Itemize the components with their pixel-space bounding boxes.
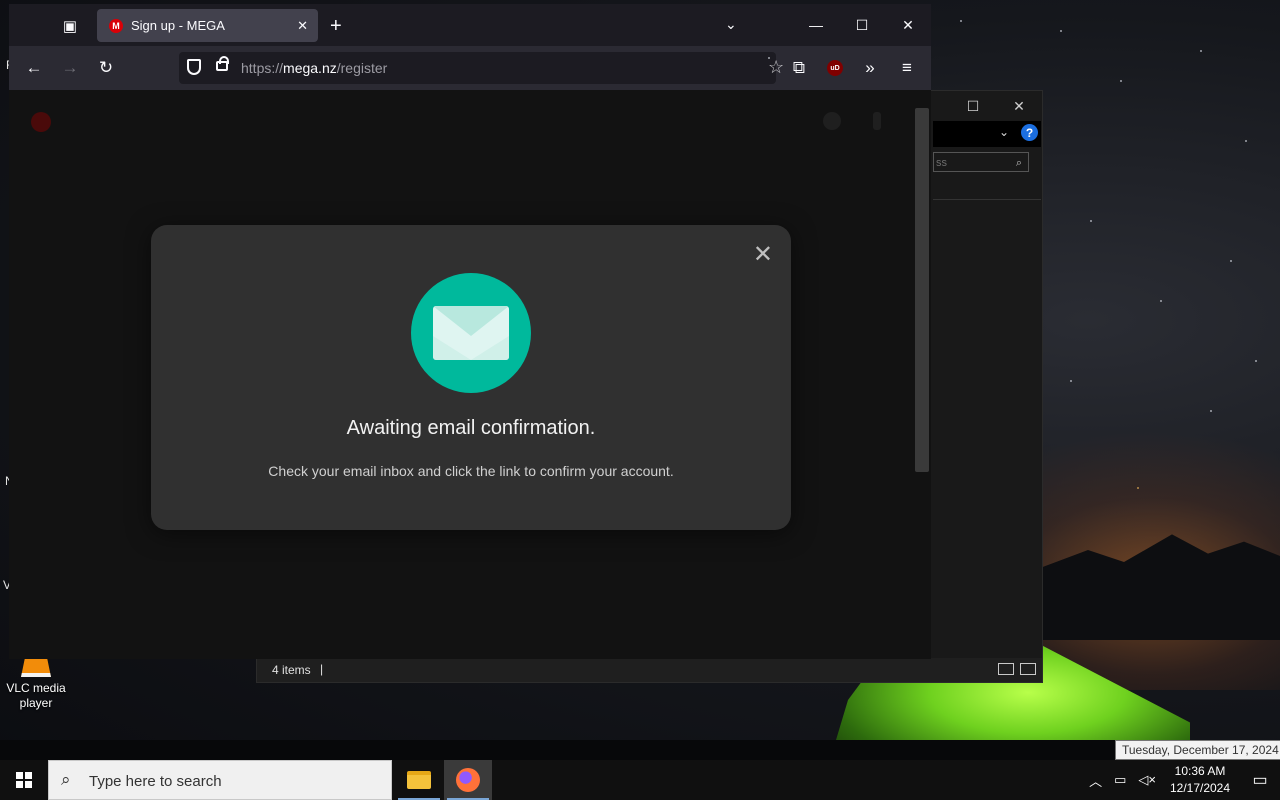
explorer-status-bar: 4 items | <box>257 658 1042 682</box>
star <box>1255 360 1257 362</box>
firefox-icon <box>456 768 480 792</box>
url-text[interactable]: https://mega.nz/register <box>241 60 387 76</box>
minimize-button[interactable]: — <box>793 4 839 46</box>
tracking-protection-shield-icon[interactable] <box>187 59 201 75</box>
new-tab-button[interactable]: + <box>330 16 342 36</box>
reload-icon[interactable]: ↻ <box>94 56 118 80</box>
search-placeholder: Type here to search <box>89 773 222 790</box>
start-button[interactable] <box>0 760 48 800</box>
page-content: ✕ Awaiting email confirmation. Check you… <box>9 90 931 659</box>
address-bar[interactable]: https://mega.nz/register ☆ <box>179 52 784 84</box>
star <box>960 20 962 22</box>
tab-title: Sign up - MEGA <box>131 18 225 33</box>
ground <box>0 740 1280 760</box>
dialog-title: Awaiting email confirmation. <box>346 417 596 439</box>
navigation-toolbar: ← → ↻ https://mega.nz/register ☆ ⧉ uD » … <box>9 46 931 90</box>
page-scrollbar[interactable] <box>915 108 929 472</box>
volume-muted-icon[interactable]: ◁× <box>1138 772 1156 788</box>
ublock-origin-button[interactable]: uD <box>823 56 847 80</box>
chevron-down-icon[interactable]: ⌄ <box>999 125 1009 139</box>
taskbar: ⌕ Type here to search ︿ ▭ ◁× 10:36 AM 12… <box>0 760 1280 800</box>
show-hidden-icons-chevron-icon[interactable]: ︿ <box>1089 771 1102 790</box>
explorer-search-input[interactable]: ss ⌕ <box>933 152 1029 172</box>
details-view-icon[interactable] <box>998 663 1014 675</box>
tab-mega-signup[interactable]: M Sign up - MEGA ✕ <box>97 9 318 42</box>
taskbar-firefox[interactable] <box>444 760 492 800</box>
close-button[interactable]: ✕ <box>885 4 931 46</box>
star <box>1060 30 1062 32</box>
tab-close-icon[interactable]: ✕ <box>297 18 308 34</box>
url-host: mega.nz <box>283 60 337 76</box>
search-icon: ⌕ <box>61 770 71 789</box>
clock-date: 12/17/2024 <box>1169 781 1231 795</box>
extensions-puzzle-icon[interactable]: ⧉ <box>787 56 811 80</box>
search-placeholder: ss <box>936 157 947 169</box>
envelope-badge <box>411 273 531 393</box>
star <box>1245 140 1247 142</box>
taskbar-search-input[interactable]: ⌕ Type here to search <box>48 760 392 800</box>
item-count: 4 items <box>272 663 311 677</box>
large-icons-view-icon[interactable] <box>1020 663 1036 675</box>
url-path: /register <box>336 60 388 76</box>
folder-icon <box>407 771 431 789</box>
maximize-button[interactable]: ☐ <box>950 91 996 121</box>
close-icon[interactable]: ✕ <box>753 243 773 267</box>
search-icon: ⌕ <box>1015 157 1022 169</box>
status-divider: | <box>320 662 324 676</box>
bookmark-star-icon[interactable]: ☆ <box>768 57 784 77</box>
view-toggle <box>998 663 1036 675</box>
forward-arrow-icon[interactable]: → <box>58 56 82 80</box>
star <box>1200 50 1202 52</box>
dimmed-menu-icon <box>873 112 881 130</box>
star <box>1230 260 1232 262</box>
divider <box>933 199 1041 200</box>
envelope-icon <box>433 306 509 360</box>
system-tray: ︿ ▭ ◁× 10:36 AM 12/17/2024 ▭ <box>1083 760 1280 800</box>
desktop-icon-label: VLC media player <box>6 681 66 710</box>
email-confirmation-dialog: ✕ Awaiting email confirmation. Check you… <box>151 225 791 530</box>
list-all-tabs-icon[interactable]: ⌄ <box>725 16 737 33</box>
explorer-window-controls: ☐ ✕ <box>950 91 1042 121</box>
dimmed-help-icon <box>823 112 841 130</box>
clock-time: 10:36 AM <box>1174 764 1226 778</box>
dialog-message: Check your email inbox and click the lin… <box>268 463 674 479</box>
hamburger-menu-icon[interactable]: ≡ <box>895 56 919 80</box>
close-button[interactable]: ✕ <box>996 91 1042 121</box>
firefox-window: ▣ M Sign up - MEGA ✕ + ⌄ — ☐ ✕ ← → ↻ htt… <box>9 4 931 659</box>
star <box>1160 300 1162 302</box>
window-controls: — ☐ ✕ <box>793 4 931 46</box>
clock-tooltip: Tuesday, December 17, 2024 <box>1115 740 1280 760</box>
star <box>1070 380 1072 382</box>
taskbar-file-explorer[interactable] <box>395 760 443 800</box>
notification-center-icon[interactable]: ▭ <box>1240 760 1280 800</box>
overflow-chevron-icon[interactable]: » <box>858 56 882 80</box>
windows-logo-icon <box>16 772 32 788</box>
tab-list-icon[interactable]: ▣ <box>57 13 83 39</box>
mega-favicon-icon: M <box>109 18 123 33</box>
ublock-icon: uD <box>827 60 843 76</box>
help-icon[interactable]: ? <box>1021 124 1038 141</box>
url-scheme: https:// <box>241 60 284 76</box>
desktop-icon-vlc[interactable]: VLC media player <box>0 655 72 711</box>
star <box>1090 220 1092 222</box>
tab-bar: ▣ M Sign up - MEGA ✕ + ⌄ — ☐ ✕ <box>9 4 931 46</box>
mega-logo-icon <box>31 112 51 132</box>
maximize-button[interactable]: ☐ <box>839 4 885 46</box>
lock-icon[interactable] <box>216 56 229 71</box>
clock[interactable]: 10:36 AM 12/17/2024 <box>1168 763 1232 797</box>
network-icon[interactable]: ▭ <box>1114 772 1126 788</box>
star <box>1210 410 1212 412</box>
back-arrow-icon[interactable]: ← <box>22 56 46 80</box>
star <box>1120 80 1122 82</box>
